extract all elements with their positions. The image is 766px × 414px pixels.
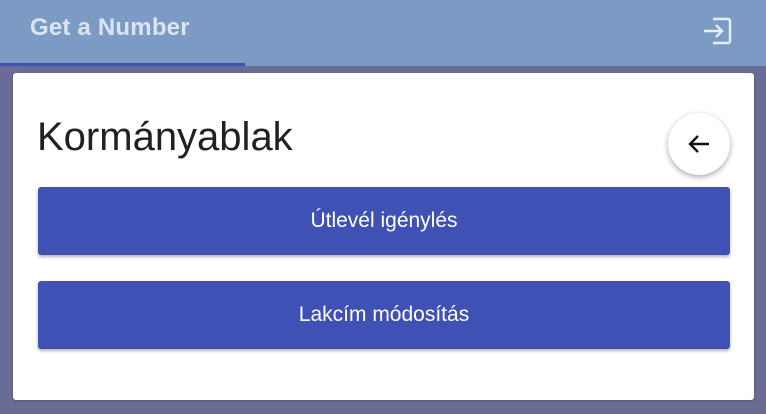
tab-label: Get a Number <box>30 14 190 41</box>
logout-icon <box>704 17 732 45</box>
tab-get-a-number[interactable]: Get a Number <box>0 0 245 66</box>
passport-request-button[interactable]: Útlevél igénylés <box>38 187 730 255</box>
address-change-button[interactable]: Lakcím módosítás <box>38 281 730 349</box>
page-title: Kormányablak <box>37 115 293 159</box>
back-button[interactable] <box>668 113 730 175</box>
tab-active-indicator <box>0 63 245 66</box>
app-header: Get a Number <box>0 0 766 66</box>
arrow-left-icon <box>688 135 709 153</box>
logout-button[interactable] <box>700 14 734 48</box>
main-card: Kormányablak Útlevél igénylés Lakcím mód… <box>13 73 754 400</box>
